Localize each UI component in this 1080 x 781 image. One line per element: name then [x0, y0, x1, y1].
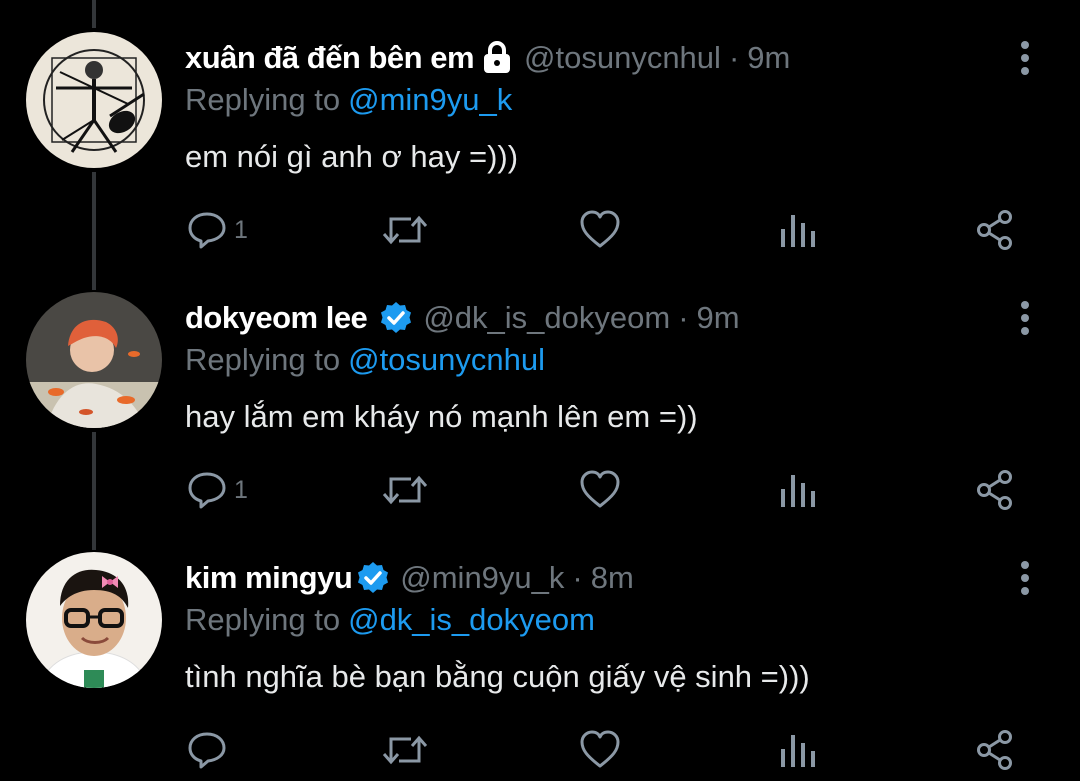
- share-icon: [977, 470, 1012, 510]
- reply-button[interactable]: 1: [186, 205, 248, 255]
- timestamp[interactable]: 9m: [747, 40, 790, 76]
- share-icon: [977, 730, 1012, 770]
- more-options-icon[interactable]: [1010, 38, 1040, 78]
- tweet-header: dokyeom lee @dk_is_dokyeom · 9m: [185, 298, 740, 338]
- tweet-text: hay lắm em kháy nó mạnh lên em =)): [185, 399, 698, 434]
- separator-dot: ·: [728, 40, 740, 75]
- replying-to-handle[interactable]: @dk_is_dokyeom: [348, 602, 595, 637]
- tweet[interactable]: xuân đã đến bên em @tosunycnhul · 9m Rep…: [0, 0, 1080, 260]
- like-button[interactable]: [579, 205, 621, 255]
- tweet-header: xuân đã đến bên em @tosunycnhul · 9m: [185, 38, 790, 78]
- analytics-button[interactable]: [778, 725, 818, 775]
- retweet-icon: [382, 735, 428, 765]
- action-bar: [0, 725, 1080, 775]
- tweet[interactable]: dokyeom lee @dk_is_dokyeom · 9m Replying…: [0, 260, 1080, 520]
- timestamp[interactable]: 8m: [591, 560, 634, 596]
- user-handle[interactable]: @dk_is_dokyeom: [423, 300, 670, 336]
- retweet-icon: [382, 215, 428, 245]
- replying-to: Replying to @min9yu_k: [185, 82, 512, 118]
- avatar[interactable]: [26, 552, 162, 688]
- tweet-header: kim mingyu @min9yu_k · 8m: [185, 558, 634, 598]
- reply-icon: [188, 212, 226, 249]
- share-button[interactable]: [974, 465, 1016, 515]
- reply-button[interactable]: [186, 725, 234, 775]
- reply-icon: [188, 732, 226, 769]
- more-options-icon[interactable]: [1010, 298, 1040, 338]
- retweet-icon: [382, 475, 428, 505]
- share-icon: [977, 210, 1012, 250]
- tweet[interactable]: kim mingyu @min9yu_k · 8m Replying to @dk…: [0, 520, 1080, 780]
- separator-dot: ·: [572, 560, 583, 595]
- reply-button[interactable]: 1: [186, 465, 248, 515]
- tweet-text: em nói gì anh ơ hay =))): [185, 139, 519, 174]
- verified-icon: [379, 301, 413, 335]
- like-button[interactable]: [579, 465, 621, 515]
- reply-count: 1: [234, 215, 248, 244]
- display-name[interactable]: dokyeom lee: [185, 300, 368, 336]
- replying-to-handle[interactable]: @min9yu_k: [348, 82, 512, 117]
- replying-to-handle[interactable]: @tosunycnhul: [348, 342, 545, 377]
- avatar[interactable]: [26, 292, 162, 428]
- verified-icon: [356, 561, 390, 595]
- action-bar: 1: [0, 205, 1080, 255]
- share-button[interactable]: [974, 725, 1016, 775]
- replying-to-label: Replying to: [185, 342, 341, 377]
- action-bar: 1: [0, 465, 1080, 515]
- timestamp[interactable]: 9m: [697, 300, 740, 336]
- heart-icon: [580, 210, 620, 248]
- user-handle[interactable]: @tosunycnhul: [524, 40, 721, 76]
- avatar[interactable]: [26, 32, 162, 168]
- replying-to: Replying to @tosunycnhul: [185, 342, 545, 378]
- more-options-icon[interactable]: [1010, 558, 1040, 598]
- like-button[interactable]: [579, 725, 621, 775]
- reply-icon: [188, 472, 226, 509]
- display-name[interactable]: kim mingyu: [185, 560, 353, 596]
- replying-to-label: Replying to: [185, 82, 341, 117]
- retweet-button[interactable]: [382, 205, 428, 255]
- retweet-button[interactable]: [382, 465, 428, 515]
- separator-dot: ·: [678, 300, 689, 335]
- user-handle[interactable]: @min9yu_k: [400, 560, 564, 596]
- reply-count: 1: [234, 475, 248, 504]
- share-button[interactable]: [974, 205, 1016, 255]
- display-name[interactable]: xuân đã đến bên em: [185, 40, 475, 76]
- analytics-icon: [781, 735, 815, 767]
- analytics-button[interactable]: [778, 465, 818, 515]
- tweet-text: tình nghĩa bè bạn bằng cuộn giấy vệ sinh…: [185, 659, 810, 694]
- heart-icon: [580, 470, 620, 508]
- lock-icon: [480, 41, 514, 75]
- analytics-icon: [781, 215, 815, 247]
- heart-icon: [580, 730, 620, 768]
- retweet-button[interactable]: [382, 725, 428, 775]
- replying-to-label: Replying to: [185, 602, 341, 637]
- analytics-icon: [781, 475, 815, 507]
- analytics-button[interactable]: [778, 205, 818, 255]
- replying-to: Replying to @dk_is_dokyeom: [185, 602, 595, 638]
